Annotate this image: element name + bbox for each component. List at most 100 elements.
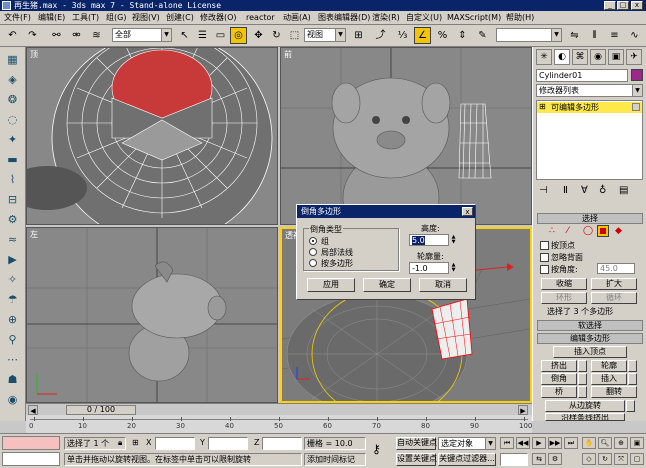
close-button[interactable]: x [631,1,643,10]
wind-icon[interactable]: ≈ [4,231,21,248]
dialog-close-button[interactable]: x [462,207,473,216]
maxscript-listener-input[interactable] [2,452,60,466]
hinge-settings-button[interactable] [626,400,635,412]
zoom-icon[interactable]: 🔍︎ [598,437,612,449]
menu-help[interactable]: 帮助(H) [506,12,534,24]
bevel-button[interactable]: 倒角 [541,373,577,385]
menu-rendering[interactable]: 渲染(R) [372,12,400,24]
z-coord-field[interactable] [262,437,302,450]
extrude-settings-button[interactable] [578,360,587,372]
preview-animation-icon[interactable]: ◉ [4,391,21,408]
stack-expand-icon[interactable]: ⊞ [539,102,546,111]
ref-coord-dropdown[interactable]: 视图 ▼ [304,28,346,42]
apply-button[interactable]: 应用 [307,278,355,292]
dashpot-icon[interactable]: ⊟ [4,191,21,208]
current-frame-field[interactable] [500,453,528,466]
fracture-icon[interactable]: ✧ [4,271,21,288]
grow-button[interactable]: 扩大 [591,278,637,290]
shrink-button[interactable]: 收缩 [541,278,587,290]
select-object-icon[interactable]: ↖ [176,27,193,44]
inset-settings-button[interactable] [628,373,637,385]
undo-icon[interactable]: ↶ [4,27,21,44]
menu-group[interactable]: 组(G) [106,12,126,24]
insert-vertex-button[interactable]: 插入顶点 [553,346,627,358]
polygon-mode-icon[interactable] [597,225,609,237]
menu-reactor[interactable]: reactor [246,12,275,24]
y-coord-field[interactable] [208,437,248,450]
zoom-all-icon[interactable]: ⊕ [614,437,628,449]
ring-button[interactable]: 环形 [541,292,587,304]
height-input[interactable]: 5.0 [409,234,449,246]
go-to-start-icon[interactable]: ⏮ [500,437,514,449]
lock-icon[interactable]: 🔒︎ [118,438,122,448]
menu-maxscript[interactable]: MAXScript(M) [447,12,501,24]
next-frame-icon[interactable]: ▶▶ [548,437,562,449]
element-mode-icon[interactable]: ◆ [615,226,622,236]
soft-body-collection-icon[interactable]: ❂ [4,91,21,108]
water-icon[interactable]: ☂ [4,291,21,308]
bridge-button[interactable]: 桥 [541,386,577,398]
named-selection-dropdown[interactable]: ▼ [496,28,562,42]
link-icon[interactable]: ⚯ [48,27,65,44]
snap-icon[interactable]: ⅓ [394,27,411,44]
outline-button[interactable]: 轮廓 [591,360,627,372]
extrude-along-spline-button[interactable]: 沿样条线挤出 [545,413,625,421]
menu-views[interactable]: 视图(V) [132,12,160,24]
key-filters-button[interactable]: 关键点过滤器... [438,453,496,466]
manipulate-icon[interactable]: ⤴ [372,27,389,44]
border-mode-icon[interactable]: ◯ [583,226,593,236]
percent-snap-icon[interactable]: % [434,27,451,44]
rotate-icon[interactable]: ↻ [268,27,285,44]
cancel-button[interactable]: 取消 [419,278,467,292]
by-angle-checkbox[interactable] [540,265,549,274]
display-tab-icon[interactable]: ▣ [608,49,624,65]
point-to-point-icon[interactable]: ⋯ [4,351,21,368]
modifier-list-dropdown[interactable]: 修改器列表 ▼ [536,84,643,97]
minimize-button[interactable]: _ [604,1,616,10]
soft-selection-rollout-header[interactable]: 软选择 [537,320,643,331]
play-icon[interactable]: ▶ [532,437,546,449]
inset-button[interactable]: 插入 [591,373,627,385]
layer-manager-icon[interactable]: ≡ [606,27,623,44]
pivot-icon[interactable]: ⊞ [350,27,367,44]
window-crossing-icon[interactable]: ◎ [230,27,247,44]
by-vertex-checkbox[interactable] [540,241,549,250]
viewport-top-label[interactable]: 顶 [30,49,38,60]
outline-input[interactable]: -1.0 [409,262,449,274]
modify-tab-icon[interactable]: ◐ [554,49,570,65]
go-to-end-icon[interactable]: ⏭ [564,437,578,449]
time-slider[interactable]: 0 / 100 [66,405,136,415]
ok-button[interactable]: 确定 [363,278,411,292]
viewport-left[interactable]: 左 [26,227,278,403]
unlink-icon[interactable]: ⚮ [68,27,85,44]
menu-graph-editors[interactable]: 图表编辑器(D) [318,12,370,24]
redo-icon[interactable]: ↷ [24,27,41,44]
menu-file[interactable]: 文件(F) [4,12,31,24]
toy-car-icon[interactable]: ▶ [4,251,21,268]
track-bar[interactable]: 0 10 20 30 40 50 60 70 80 90 100 [26,415,532,433]
walk-through-icon[interactable]: ⤧ [614,453,628,465]
pan-view-icon[interactable]: ✋ [582,437,596,449]
ignore-backfacing-checkbox[interactable] [540,253,549,262]
mirror-icon[interactable]: ⇋ [566,27,583,44]
radio-local-normal[interactable] [309,248,317,256]
flip-button[interactable]: 翻转 [591,386,637,398]
selected-object-dropdown[interactable]: 选定对象 ▼ [438,437,496,450]
create-tab-icon[interactable]: ✳ [536,49,552,65]
spring-icon[interactable]: ⌇ [4,171,21,188]
constraint-solver-icon[interactable]: ⊕ [4,311,21,328]
utilities-tab-icon[interactable]: ✈ [626,49,642,65]
prev-frame-icon[interactable]: ◀◀ [516,437,530,449]
menu-edit[interactable]: 编辑(E) [38,12,65,24]
configure-modifier-sets-icon[interactable]: ▤ [619,185,628,196]
time-prev-icon[interactable]: ◀ [28,405,38,415]
edge-mode-icon[interactable]: ⁄ [567,226,569,236]
viewport-front[interactable]: 前 [280,47,532,225]
loop-button[interactable]: 循环 [591,292,637,304]
bind-spacewarp-icon[interactable]: ≋ [88,27,105,44]
plane-icon[interactable]: ▬ [4,151,21,168]
hierarchy-tab-icon[interactable]: ⌘ [572,49,588,65]
key-mode-icon[interactable]: ⇆ [532,453,546,465]
menu-customize[interactable]: 自定义(U) [406,12,442,24]
menu-create[interactable]: 创建(C) [166,12,194,24]
